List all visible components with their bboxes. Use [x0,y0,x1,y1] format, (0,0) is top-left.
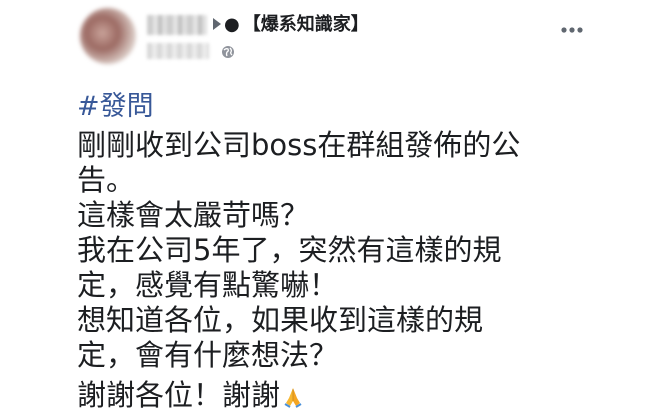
post-text-last-line: 謝謝各位！謝謝 [77,378,304,413]
author-name-blurred[interactable] [147,15,207,35]
post-text-line: 這樣會太嚴苛嗎？ [77,198,310,232]
post-text-line: 告。 [77,163,136,197]
post-timestamp-blurred[interactable] [147,43,209,59]
post-text-line: 想知道各位，如果收到這樣的規 [77,303,484,337]
more-options-icon[interactable] [560,26,584,34]
facebook-post: ● 【爆系知識家】 #發問 剛剛收到公司boss在群組發佈的公 告。 這樣會太嚴苛… [0,0,650,417]
shared-to-arrow-icon [213,18,221,30]
post-text-line: 我在公司5年了，突然有這樣的規 [77,233,502,267]
thanks-text: 謝謝各位！謝謝 [77,378,281,412]
globe-icon[interactable] [221,45,235,59]
avatar[interactable] [80,8,136,64]
post-text-line: 定，感覺有點驚嚇！ [77,268,339,302]
post-text-line: 定，會有什麼想法？ [77,338,339,372]
hashtag-link[interactable]: #發問 [77,84,154,123]
post-text-line: 剛剛收到公司boss在群組發佈的公 [77,128,521,162]
group-name-text: 【爆系知識家】 [242,14,369,35]
group-name-link[interactable]: ● 【爆系知識家】 [224,10,369,36]
group-bullet: ● [224,14,240,35]
folded-hands-icon [284,388,302,408]
